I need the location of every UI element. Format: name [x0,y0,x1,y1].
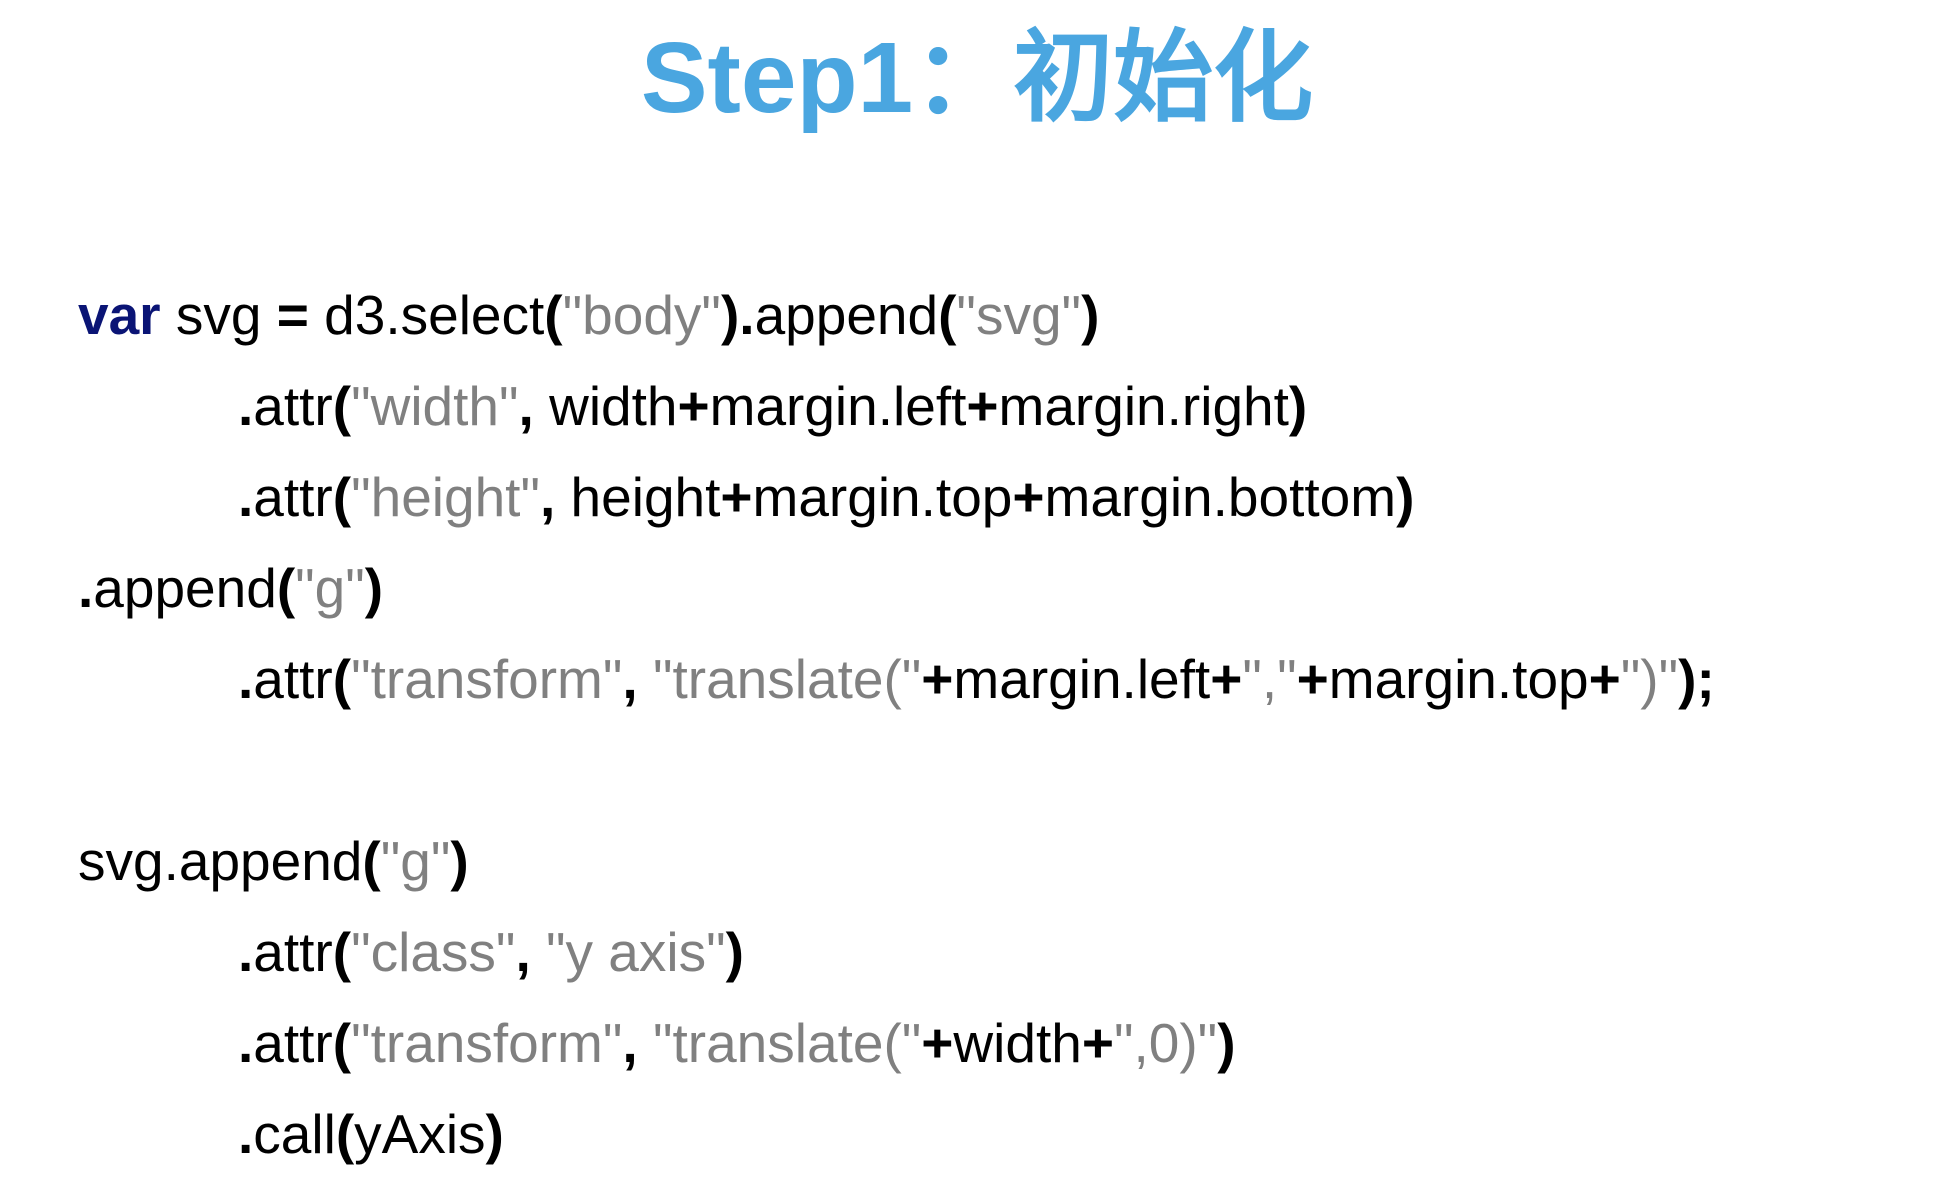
code-token-string: ",0)" [1113,1012,1218,1074]
code-line: .attr("height", height+margin.top+margin… [78,452,1938,543]
slide-title: Step1：初始化 [640,22,1314,134]
code-token-punctuation: , [515,921,531,983]
code-token-punctuation: ( [938,284,957,346]
code-line: .attr("transform", "translate("+margin.l… [78,634,1938,725]
code-token-string: "height" [351,466,540,528]
code-token-identifier: append [754,284,939,346]
code-token-operator: + [1081,1012,1114,1074]
code-token-identifier: width [953,1012,1082,1074]
code-token-punctuation: ) [725,921,744,983]
code-line: svg.append("g") [78,816,1938,907]
code-token-punctuation: ) [1396,466,1415,528]
code-token-punctuation: ( [335,1103,355,1165]
code-token-punctuation: ( [332,466,352,528]
code-token-identifier: call [253,1103,336,1165]
code-token-identifier: margin.left [953,648,1211,710]
code-token-string: "g" [380,830,451,892]
code-token-keyword: var [78,284,161,346]
code-token-punctuation: , [539,466,556,528]
code-token-identifier: d3.select [308,284,545,346]
code-token-identifier [638,1012,653,1074]
code-token-string: "g" [295,557,365,619]
code-token-string: "transform" [351,1012,623,1074]
code-token-identifier: attr [253,375,333,437]
code-token-punctuation: ) [1288,375,1308,437]
code-token-identifier: append [93,557,277,619]
code-block: var svg = d3.select("body").append("svg"… [78,270,1938,1180]
code-token-punctuation: ( [544,284,563,346]
code-token-identifier [531,921,546,983]
code-token-identifier: attr [253,1012,333,1074]
code-token-string: "transform" [351,648,623,710]
code-token-identifier: width [533,375,678,437]
code-token-identifier: margin.left [709,375,967,437]
code-token-identifier: margin.right [998,375,1289,437]
code-token-identifier: yAxis [354,1103,486,1165]
code-token-operator: + [966,375,999,437]
code-token-punctuation: ); [1678,648,1715,710]
code-token-identifier: height [555,466,721,528]
code-token-punctuation: . [238,1012,254,1074]
code-token-operator: + [677,375,710,437]
code-token-punctuation: ( [332,648,352,710]
code-line: .call(yAxis) [78,1089,1938,1180]
code-token-operator: + [1012,466,1045,528]
code-token-punctuation: ) [450,830,469,892]
code-token-identifier: margin.top [752,466,1013,528]
code-line: .attr("class", "y axis") [78,907,1938,998]
code-token-operator: = [276,284,309,346]
code-token-punctuation: , [622,648,638,710]
code-token-punctuation: . [238,1103,254,1165]
code-token-punctuation: . [238,648,254,710]
code-token-identifier: margin.bottom [1044,466,1397,528]
code-token-string: "body" [562,284,721,346]
code-token-punctuation: , [622,1012,638,1074]
code-token-string: "y axis" [546,921,726,983]
code-token-operator: + [1588,648,1621,710]
code-token-string: ")" [1620,648,1679,710]
code-token-punctuation: ) [1081,284,1100,346]
code-token-string: "svg" [956,284,1082,346]
code-token-punctuation: ) [485,1103,504,1165]
code-line: .attr("width", width+margin.left+margin.… [78,361,1938,452]
code-token-punctuation: ) [364,557,384,619]
code-token-string: "translate(" [652,1012,922,1074]
code-token-string: "," [1242,648,1297,710]
code-token-identifier: attr [253,648,333,710]
code-token-punctuation: ( [332,375,352,437]
code-token-identifier: svg [160,284,277,346]
code-token-identifier: svg.append [78,830,363,892]
code-token-punctuation: ( [332,1012,352,1074]
code-token-punctuation: ( [332,921,352,983]
code-token-operator: + [921,1012,954,1074]
code-token-operator: + [921,648,954,710]
code-token-punctuation: ). [720,284,755,346]
code-token-punctuation: , [518,375,534,437]
code-token-identifier: margin.top [1328,648,1589,710]
code-token-punctuation: . [238,466,254,528]
code-line: .attr("transform", "translate("+width+",… [78,998,1938,1089]
code-token-operator: + [1296,648,1329,710]
code-token-identifier: attr [253,466,333,528]
code-token-punctuation: ( [276,557,296,619]
code-token-operator: + [1210,648,1243,710]
code-line: .append("g") [78,543,1938,634]
code-token-operator: + [720,466,753,528]
code-token-string: "width" [351,375,519,437]
code-token-punctuation: . [238,375,254,437]
code-token-punctuation: . [238,921,254,983]
code-token-identifier [638,648,653,710]
code-token-string: "class" [351,921,516,983]
code-token-punctuation: . [78,557,94,619]
code-token-punctuation: ( [362,830,381,892]
code-token-string: "translate(" [652,648,922,710]
code-token-identifier: attr [253,921,333,983]
code-line: var svg = d3.select("body").append("svg"… [78,270,1938,361]
code-token-punctuation: ) [1217,1012,1236,1074]
